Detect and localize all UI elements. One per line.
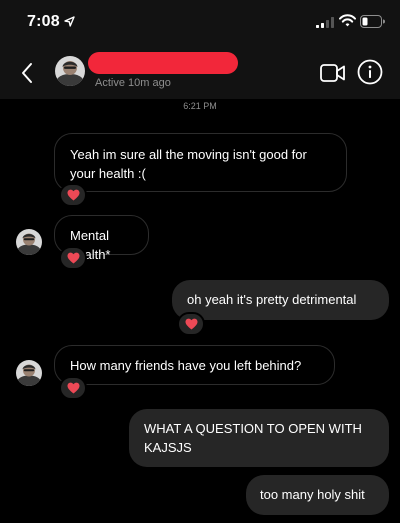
message-bubble-received[interactable]: How many friends have you left behind? bbox=[54, 345, 335, 385]
contact-name-redaction[interactable] bbox=[88, 52, 238, 74]
contact-avatar[interactable] bbox=[55, 56, 85, 86]
contact-avatar-small[interactable] bbox=[16, 360, 42, 386]
back-chevron-icon[interactable] bbox=[20, 62, 34, 84]
heart-icon bbox=[67, 252, 79, 264]
top-bar: 7:08 Active 10m ago bbox=[0, 0, 400, 99]
heart-icon bbox=[67, 382, 79, 394]
status-time: 7:08 bbox=[27, 13, 60, 30]
heart-icon bbox=[185, 318, 197, 330]
contact-avatar-small[interactable] bbox=[16, 229, 42, 255]
message-bubble-sent[interactable]: WHAT A QUESTION TO OPEN WITH KAJSJS bbox=[129, 409, 389, 467]
wifi-icon bbox=[339, 14, 356, 27]
heart-reaction[interactable] bbox=[177, 312, 205, 336]
heart-reaction[interactable] bbox=[59, 246, 87, 270]
battery-icon bbox=[360, 15, 385, 28]
video-call-icon[interactable] bbox=[320, 63, 346, 83]
active-status: Active 10m ago bbox=[95, 77, 171, 89]
message-bubble-received[interactable]: Yeah im sure all the moving isn't good f… bbox=[54, 133, 347, 192]
message-timestamp: 6:21 PM bbox=[183, 101, 217, 111]
message-bubble-sent[interactable]: too many holy shit bbox=[246, 475, 389, 515]
heart-icon bbox=[67, 189, 79, 201]
heart-reaction[interactable] bbox=[59, 183, 87, 207]
heart-reaction[interactable] bbox=[59, 376, 87, 400]
info-icon[interactable] bbox=[357, 59, 383, 85]
location-arrow-icon bbox=[64, 16, 75, 27]
message-bubble-sent[interactable]: oh yeah it's pretty detrimental bbox=[172, 280, 389, 320]
cellular-signal-icon bbox=[316, 17, 334, 28]
